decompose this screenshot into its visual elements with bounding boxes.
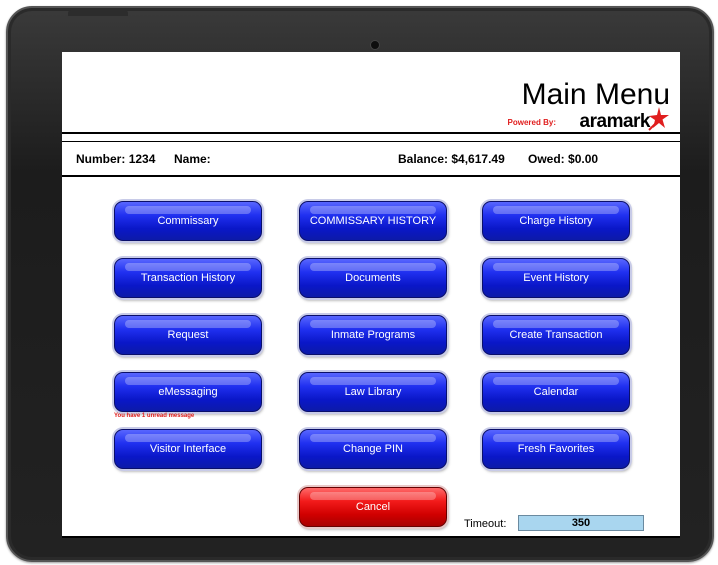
charge-history-button[interactable]: Charge History bbox=[482, 201, 630, 241]
emessaging-button[interactable]: eMessaging bbox=[114, 372, 262, 412]
tablet-frame: Main Menu Powered By: aramark Number: 12… bbox=[6, 6, 714, 562]
inmate-programs-button[interactable]: Inmate Programs bbox=[299, 315, 447, 355]
transaction-history-button[interactable]: Transaction History bbox=[114, 258, 262, 298]
calendar-button[interactable]: Calendar bbox=[482, 372, 630, 412]
fresh-favorites-button[interactable]: Fresh Favorites bbox=[482, 429, 630, 469]
unread-message-notice: You have 1 unread message bbox=[114, 413, 195, 419]
powered-by-label: Powered By: bbox=[507, 118, 556, 127]
balance-value: $4,617.49 bbox=[451, 152, 505, 166]
owed-value: $0.00 bbox=[568, 152, 599, 166]
commissary-button[interactable]: Commissary bbox=[114, 201, 262, 241]
documents-button[interactable]: Documents bbox=[299, 258, 447, 298]
event-history-button[interactable]: Event History bbox=[482, 258, 630, 298]
name-label: Name: bbox=[174, 152, 211, 166]
number-value: 1234 bbox=[128, 152, 156, 166]
brand-star-icon bbox=[648, 107, 669, 131]
create-transaction-button[interactable]: Create Transaction bbox=[482, 315, 630, 355]
account-info-bar: Number: 1234 Name: Balance: $4,617.49 Ow… bbox=[62, 141, 680, 177]
request-button[interactable]: Request bbox=[114, 315, 262, 355]
balance-label: Balance: bbox=[398, 152, 449, 166]
owed-label: Owed: bbox=[528, 152, 565, 166]
header: Main Menu Powered By: aramark bbox=[62, 52, 680, 134]
commissary-history-button[interactable]: COMMISSARY HISTORY bbox=[299, 201, 447, 241]
screen: Main Menu Powered By: aramark Number: 12… bbox=[62, 52, 680, 538]
camera-icon bbox=[370, 40, 380, 50]
brand-logo-text: aramark bbox=[579, 111, 651, 132]
number-label: Number: bbox=[76, 152, 126, 166]
timeout-value: 350 bbox=[518, 515, 644, 531]
law-library-button[interactable]: Law Library bbox=[299, 372, 447, 412]
visitor-interface-button[interactable]: Visitor Interface bbox=[114, 429, 262, 469]
screen-bottom-divider bbox=[62, 536, 680, 538]
timeout-label: Timeout: bbox=[464, 518, 507, 530]
tablet-power-button bbox=[68, 10, 128, 16]
change-pin-button[interactable]: Change PIN bbox=[299, 429, 447, 469]
cancel-button[interactable]: Cancel bbox=[299, 487, 447, 527]
